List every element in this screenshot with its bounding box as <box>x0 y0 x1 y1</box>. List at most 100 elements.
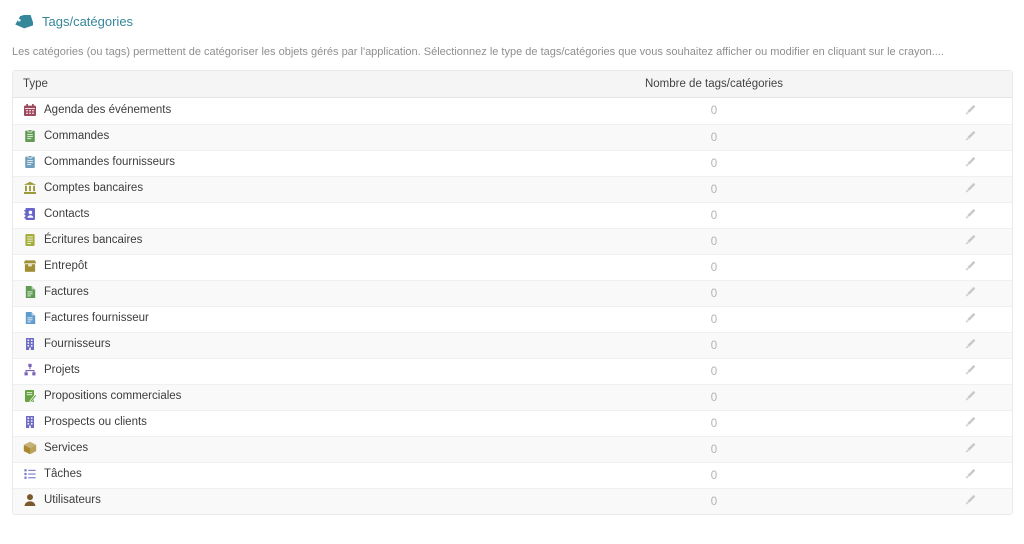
type-cell: Tâches <box>13 462 500 488</box>
table-row: Utilisateurs0 <box>13 488 1012 514</box>
table-row: Commandes0 <box>13 124 1012 150</box>
count-value: 0 <box>500 436 928 462</box>
building-icon <box>23 415 37 429</box>
table-header-row: Type Nombre de tags/catégories <box>13 71 1012 98</box>
type-cell: Contacts <box>13 202 500 228</box>
user-icon <box>23 493 37 507</box>
page-title: Tags/catégories <box>42 14 133 29</box>
edit-cell <box>928 176 1012 202</box>
edit-cell <box>928 306 1012 332</box>
table-row: Comptes bancaires0 <box>13 176 1012 202</box>
type-cell: Écritures bancaires <box>13 228 500 254</box>
pencil-icon[interactable] <box>963 441 977 455</box>
order-icon <box>23 129 37 143</box>
type-label: Factures <box>44 286 89 298</box>
table-row: Agenda des événements 0 <box>13 98 1012 124</box>
table-row: Services0 <box>13 436 1012 462</box>
pencil-icon[interactable] <box>963 311 977 325</box>
page: Tags/catégories Les catégories (ou tags)… <box>0 0 1024 515</box>
type-cell: Entrepôt <box>13 254 500 280</box>
column-header-count: Nombre de tags/catégories <box>500 71 928 98</box>
tags-categories-table: Type Nombre de tags/catégories Agenda de… <box>12 70 1013 515</box>
pencil-icon[interactable] <box>963 233 977 247</box>
edit-cell <box>928 488 1012 514</box>
edit-cell <box>928 410 1012 436</box>
type-label: Propositions commerciales <box>44 390 181 402</box>
pencil-icon[interactable] <box>963 467 977 481</box>
table-row: Factures fournisseur 0 <box>13 306 1012 332</box>
pencil-icon[interactable] <box>963 389 977 403</box>
type-cell: Factures <box>13 280 500 306</box>
edit-cell <box>928 280 1012 306</box>
type-cell: Commandes <box>13 124 500 150</box>
table-row: Propositions commerciales 0 <box>13 384 1012 410</box>
type-label: Entrepôt <box>44 260 87 272</box>
type-cell: Agenda des événements <box>13 98 500 124</box>
tag-icon <box>14 15 33 29</box>
type-cell: Commandes fournisseurs <box>13 150 500 176</box>
type-label: Tâches <box>44 468 82 480</box>
edit-cell <box>928 332 1012 358</box>
type-label: Agenda des événements <box>44 104 171 116</box>
type-label: Projets <box>44 364 80 376</box>
table-row: Commandes fournisseurs 0 <box>13 150 1012 176</box>
count-value: 0 <box>500 332 928 358</box>
pencil-icon[interactable] <box>963 155 977 169</box>
edit-cell <box>928 462 1012 488</box>
edit-cell <box>928 384 1012 410</box>
count-value: 0 <box>500 306 928 332</box>
type-cell: Services <box>13 436 500 462</box>
count-value: 0 <box>500 488 928 514</box>
count-value: 0 <box>500 124 928 150</box>
pencil-icon[interactable] <box>963 259 977 273</box>
edit-cell <box>928 254 1012 280</box>
count-value: 0 <box>500 150 928 176</box>
count-value: 0 <box>500 228 928 254</box>
table-row: Fournisseurs 0 <box>13 332 1012 358</box>
table-row: Écritures bancaires0 <box>13 228 1012 254</box>
file-signature-icon <box>23 389 37 403</box>
building-icon <box>23 337 37 351</box>
cube-icon <box>23 441 37 455</box>
table-row: Entrepôt0 <box>13 254 1012 280</box>
column-header-type: Type <box>13 71 500 98</box>
type-cell: Propositions commerciales <box>13 384 500 410</box>
count-value: 0 <box>500 98 928 124</box>
warehouse-box-icon <box>23 259 37 273</box>
table-row: Prospects ou clients0 <box>13 410 1012 436</box>
count-value: 0 <box>500 358 928 384</box>
type-cell: Comptes bancaires <box>13 176 500 202</box>
calendar-icon <box>23 103 37 117</box>
pencil-icon[interactable] <box>963 181 977 195</box>
edit-cell <box>928 228 1012 254</box>
pencil-icon[interactable] <box>963 129 977 143</box>
ledger-icon <box>23 233 37 247</box>
type-cell: Fournisseurs <box>13 332 500 358</box>
pencil-icon[interactable] <box>963 415 977 429</box>
count-value: 0 <box>500 462 928 488</box>
edit-cell <box>928 124 1012 150</box>
invoice-icon <box>23 311 37 325</box>
column-header-edit <box>928 71 1012 98</box>
type-label: Factures fournisseur <box>44 312 149 324</box>
count-value: 0 <box>500 384 928 410</box>
type-cell: Factures fournisseur <box>13 306 500 332</box>
pencil-icon[interactable] <box>963 493 977 507</box>
edit-cell <box>928 98 1012 124</box>
pencil-icon[interactable] <box>963 363 977 377</box>
pencil-icon[interactable] <box>963 103 977 117</box>
type-cell: Prospects ou clients <box>13 410 500 436</box>
pencil-icon[interactable] <box>963 337 977 351</box>
table-row: Contacts 0 <box>13 202 1012 228</box>
count-value: 0 <box>500 202 928 228</box>
type-label: Contacts <box>44 208 89 220</box>
table-row: Projets 0 <box>13 358 1012 384</box>
pencil-icon[interactable] <box>963 285 977 299</box>
type-label: Comptes bancaires <box>44 182 143 194</box>
pencil-icon[interactable] <box>963 207 977 221</box>
type-label: Fournisseurs <box>44 338 110 350</box>
page-title-row: Tags/catégories <box>12 10 1013 29</box>
edit-cell <box>928 202 1012 228</box>
type-label: Commandes fournisseurs <box>44 156 175 168</box>
edit-cell <box>928 358 1012 384</box>
